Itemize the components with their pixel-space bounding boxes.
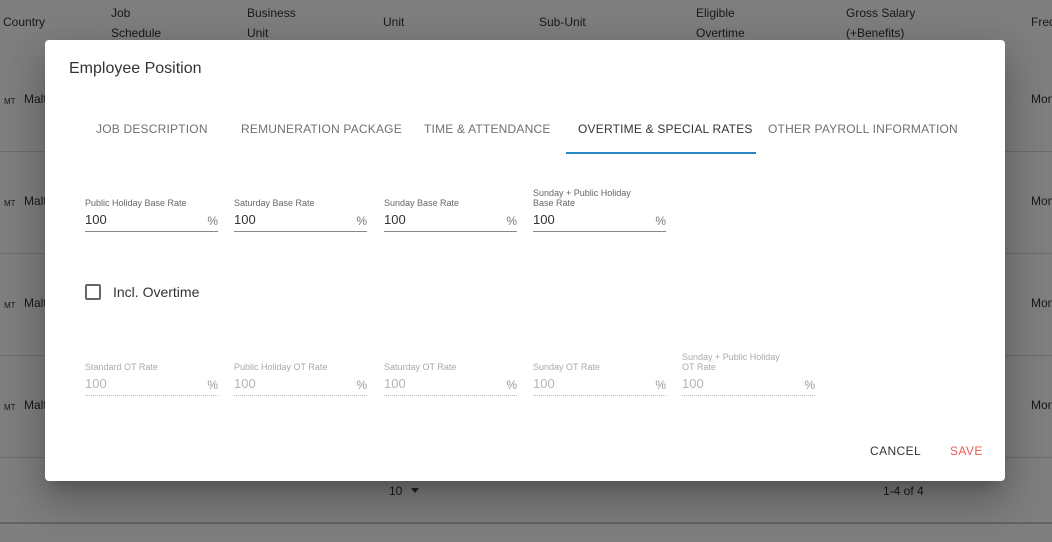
field-underline xyxy=(384,231,517,232)
field-underline xyxy=(85,231,218,232)
field-underline xyxy=(384,395,517,396)
sunday-public-holiday-ot-rate-field: Sunday + Public Holiday OT Rate 100 % xyxy=(682,347,815,396)
saturday-base-rate-field[interactable]: Saturday Base Rate 100 % xyxy=(234,183,367,232)
field-label: Sunday + Public Holiday Base Rate xyxy=(533,188,631,208)
active-tab-indicator xyxy=(566,152,756,154)
field-value: 100 xyxy=(682,376,704,391)
field-label: Public Holiday OT Rate xyxy=(234,362,328,372)
field-value[interactable]: 100 xyxy=(384,212,406,227)
field-label: Saturday OT Rate xyxy=(384,362,457,372)
checkbox-box[interactable] xyxy=(85,284,101,300)
field-underline xyxy=(234,231,367,232)
field-label: Standard OT Rate xyxy=(85,362,158,372)
sunday-ot-rate-field: Sunday OT Rate 100 % xyxy=(533,347,666,396)
tab-time-attendance[interactable]: TIME & ATTENDANCE xyxy=(424,122,551,136)
percent-suffix: % xyxy=(207,214,218,228)
field-value: 100 xyxy=(234,376,256,391)
field-value[interactable]: 100 xyxy=(234,212,256,227)
field-value: 100 xyxy=(533,376,555,391)
tab-other-payroll-information[interactable]: OTHER PAYROLL INFORMATION xyxy=(768,122,958,136)
sunday-public-holiday-base-rate-field[interactable]: Sunday + Public Holiday Base Rate 100 % xyxy=(533,183,666,232)
standard-ot-rate-field: Standard OT Rate 100 % xyxy=(85,347,218,396)
public-holiday-ot-rate-field: Public Holiday OT Rate 100 % xyxy=(234,347,367,396)
field-underline xyxy=(85,395,218,396)
tab-overtime-special-rates[interactable]: OVERTIME & SPECIAL RATES xyxy=(578,122,753,136)
field-underline xyxy=(234,395,367,396)
sunday-base-rate-field[interactable]: Sunday Base Rate 100 % xyxy=(384,183,517,232)
employee-position-dialog: Employee Position JOB DESCRIPTION REMUNE… xyxy=(45,40,1005,481)
dialog-title: Employee Position xyxy=(69,60,202,77)
percent-suffix: % xyxy=(655,378,666,392)
public-holiday-base-rate-field[interactable]: Public Holiday Base Rate 100 % xyxy=(85,183,218,232)
field-underline xyxy=(682,395,815,396)
field-label: Sunday Base Rate xyxy=(384,198,460,208)
percent-suffix: % xyxy=(506,378,517,392)
percent-suffix: % xyxy=(655,214,666,228)
field-value[interactable]: 100 xyxy=(85,212,107,227)
percent-suffix: % xyxy=(506,214,517,228)
field-value: 100 xyxy=(384,376,406,391)
field-value: 100 xyxy=(85,376,107,391)
save-button[interactable]: SAVE xyxy=(950,444,983,458)
field-label: Saturday Base Rate xyxy=(234,198,315,208)
cancel-button[interactable]: CANCEL xyxy=(870,444,921,458)
field-underline xyxy=(533,231,666,232)
percent-suffix: % xyxy=(207,378,218,392)
percent-suffix: % xyxy=(356,214,367,228)
field-label: Sunday + Public Holiday OT Rate xyxy=(682,352,780,372)
tab-job-description[interactable]: JOB DESCRIPTION xyxy=(96,122,208,136)
field-label: Public Holiday Base Rate xyxy=(85,198,187,208)
field-underline xyxy=(533,395,666,396)
tab-remuneration-package[interactable]: REMUNERATION PACKAGE xyxy=(241,122,402,136)
field-value[interactable]: 100 xyxy=(533,212,555,227)
percent-suffix: % xyxy=(356,378,367,392)
field-label: Sunday OT Rate xyxy=(533,362,600,372)
incl-overtime-label[interactable]: Incl. Overtime xyxy=(113,284,199,300)
percent-suffix: % xyxy=(804,378,815,392)
saturday-ot-rate-field: Saturday OT Rate 100 % xyxy=(384,347,517,396)
